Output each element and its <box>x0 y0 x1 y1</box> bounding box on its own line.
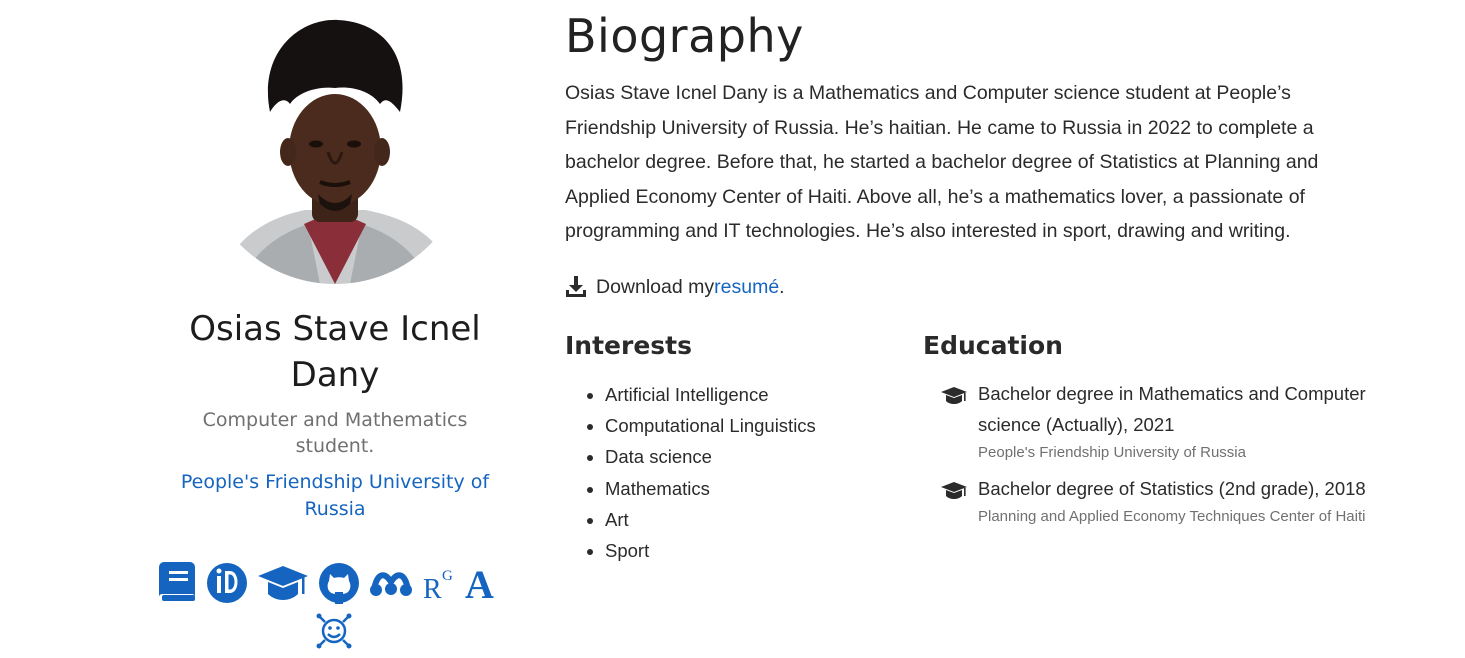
download-prefix: Download my <box>596 276 715 298</box>
academia-icon[interactable]: A <box>463 560 501 606</box>
download-resume: Download my resumé. <box>565 270 785 304</box>
mendeley-icon[interactable] <box>369 560 413 606</box>
education-item: Bachelor degree in Mathematics and Compu… <box>940 378 1385 466</box>
interest-item: Mathematics <box>605 473 816 504</box>
interests-list: Artificial Intelligence Computational Li… <box>565 379 816 566</box>
avatar <box>200 12 470 284</box>
graduation-cap-icon <box>940 479 968 503</box>
education-institution: People's Friendship University of Russia <box>978 444 1246 461</box>
svg-text:R: R <box>423 574 442 605</box>
researchgate-icon[interactable]: R G <box>421 560 457 606</box>
download-suffix: . <box>779 276 785 298</box>
education-course: Bachelor degree of Statistics (2nd grade… <box>978 478 1366 499</box>
interest-item: Sport <box>605 535 816 566</box>
book-icon[interactable] <box>158 560 196 606</box>
graduation-cap-icon[interactable] <box>256 560 310 606</box>
biography-heading: Biography <box>565 9 804 63</box>
github-icon[interactable] <box>317 560 361 606</box>
interest-item: Computational Linguistics <box>605 410 816 441</box>
education-heading: Education <box>923 331 1063 360</box>
download-icon <box>565 275 587 299</box>
graduation-cap-icon <box>940 384 968 408</box>
education-list: Bachelor degree in Mathematics and Compu… <box>940 378 1385 530</box>
resume-link[interactable]: resumé <box>714 270 779 304</box>
interest-item: Art <box>605 504 816 535</box>
education-course: Bachelor degree in Mathematics and Compu… <box>978 383 1366 435</box>
profile-name: Osias Stave Icnel Dany <box>189 309 481 395</box>
biography-text: Osias Stave Icnel Dany is a Mathematics … <box>565 82 1319 242</box>
profile-role: Computer and Mathematics student. <box>202 409 468 457</box>
education-item: Bachelor degree of Statistics (2nd grade… <box>940 473 1385 530</box>
interests-heading: Interests <box>565 331 693 360</box>
profile-organization-link[interactable]: People's Friendship University of Russia <box>155 469 515 523</box>
orcid-icon[interactable] <box>206 560 248 606</box>
svg-text:A: A <box>465 562 494 606</box>
scilab-icon[interactable] <box>315 612 353 658</box>
interest-item: Data science <box>605 441 816 472</box>
education-institution: Planning and Applied Economy Techniques … <box>978 508 1366 525</box>
interest-item: Artificial Intelligence <box>605 379 816 410</box>
svg-text:G: G <box>442 568 453 584</box>
